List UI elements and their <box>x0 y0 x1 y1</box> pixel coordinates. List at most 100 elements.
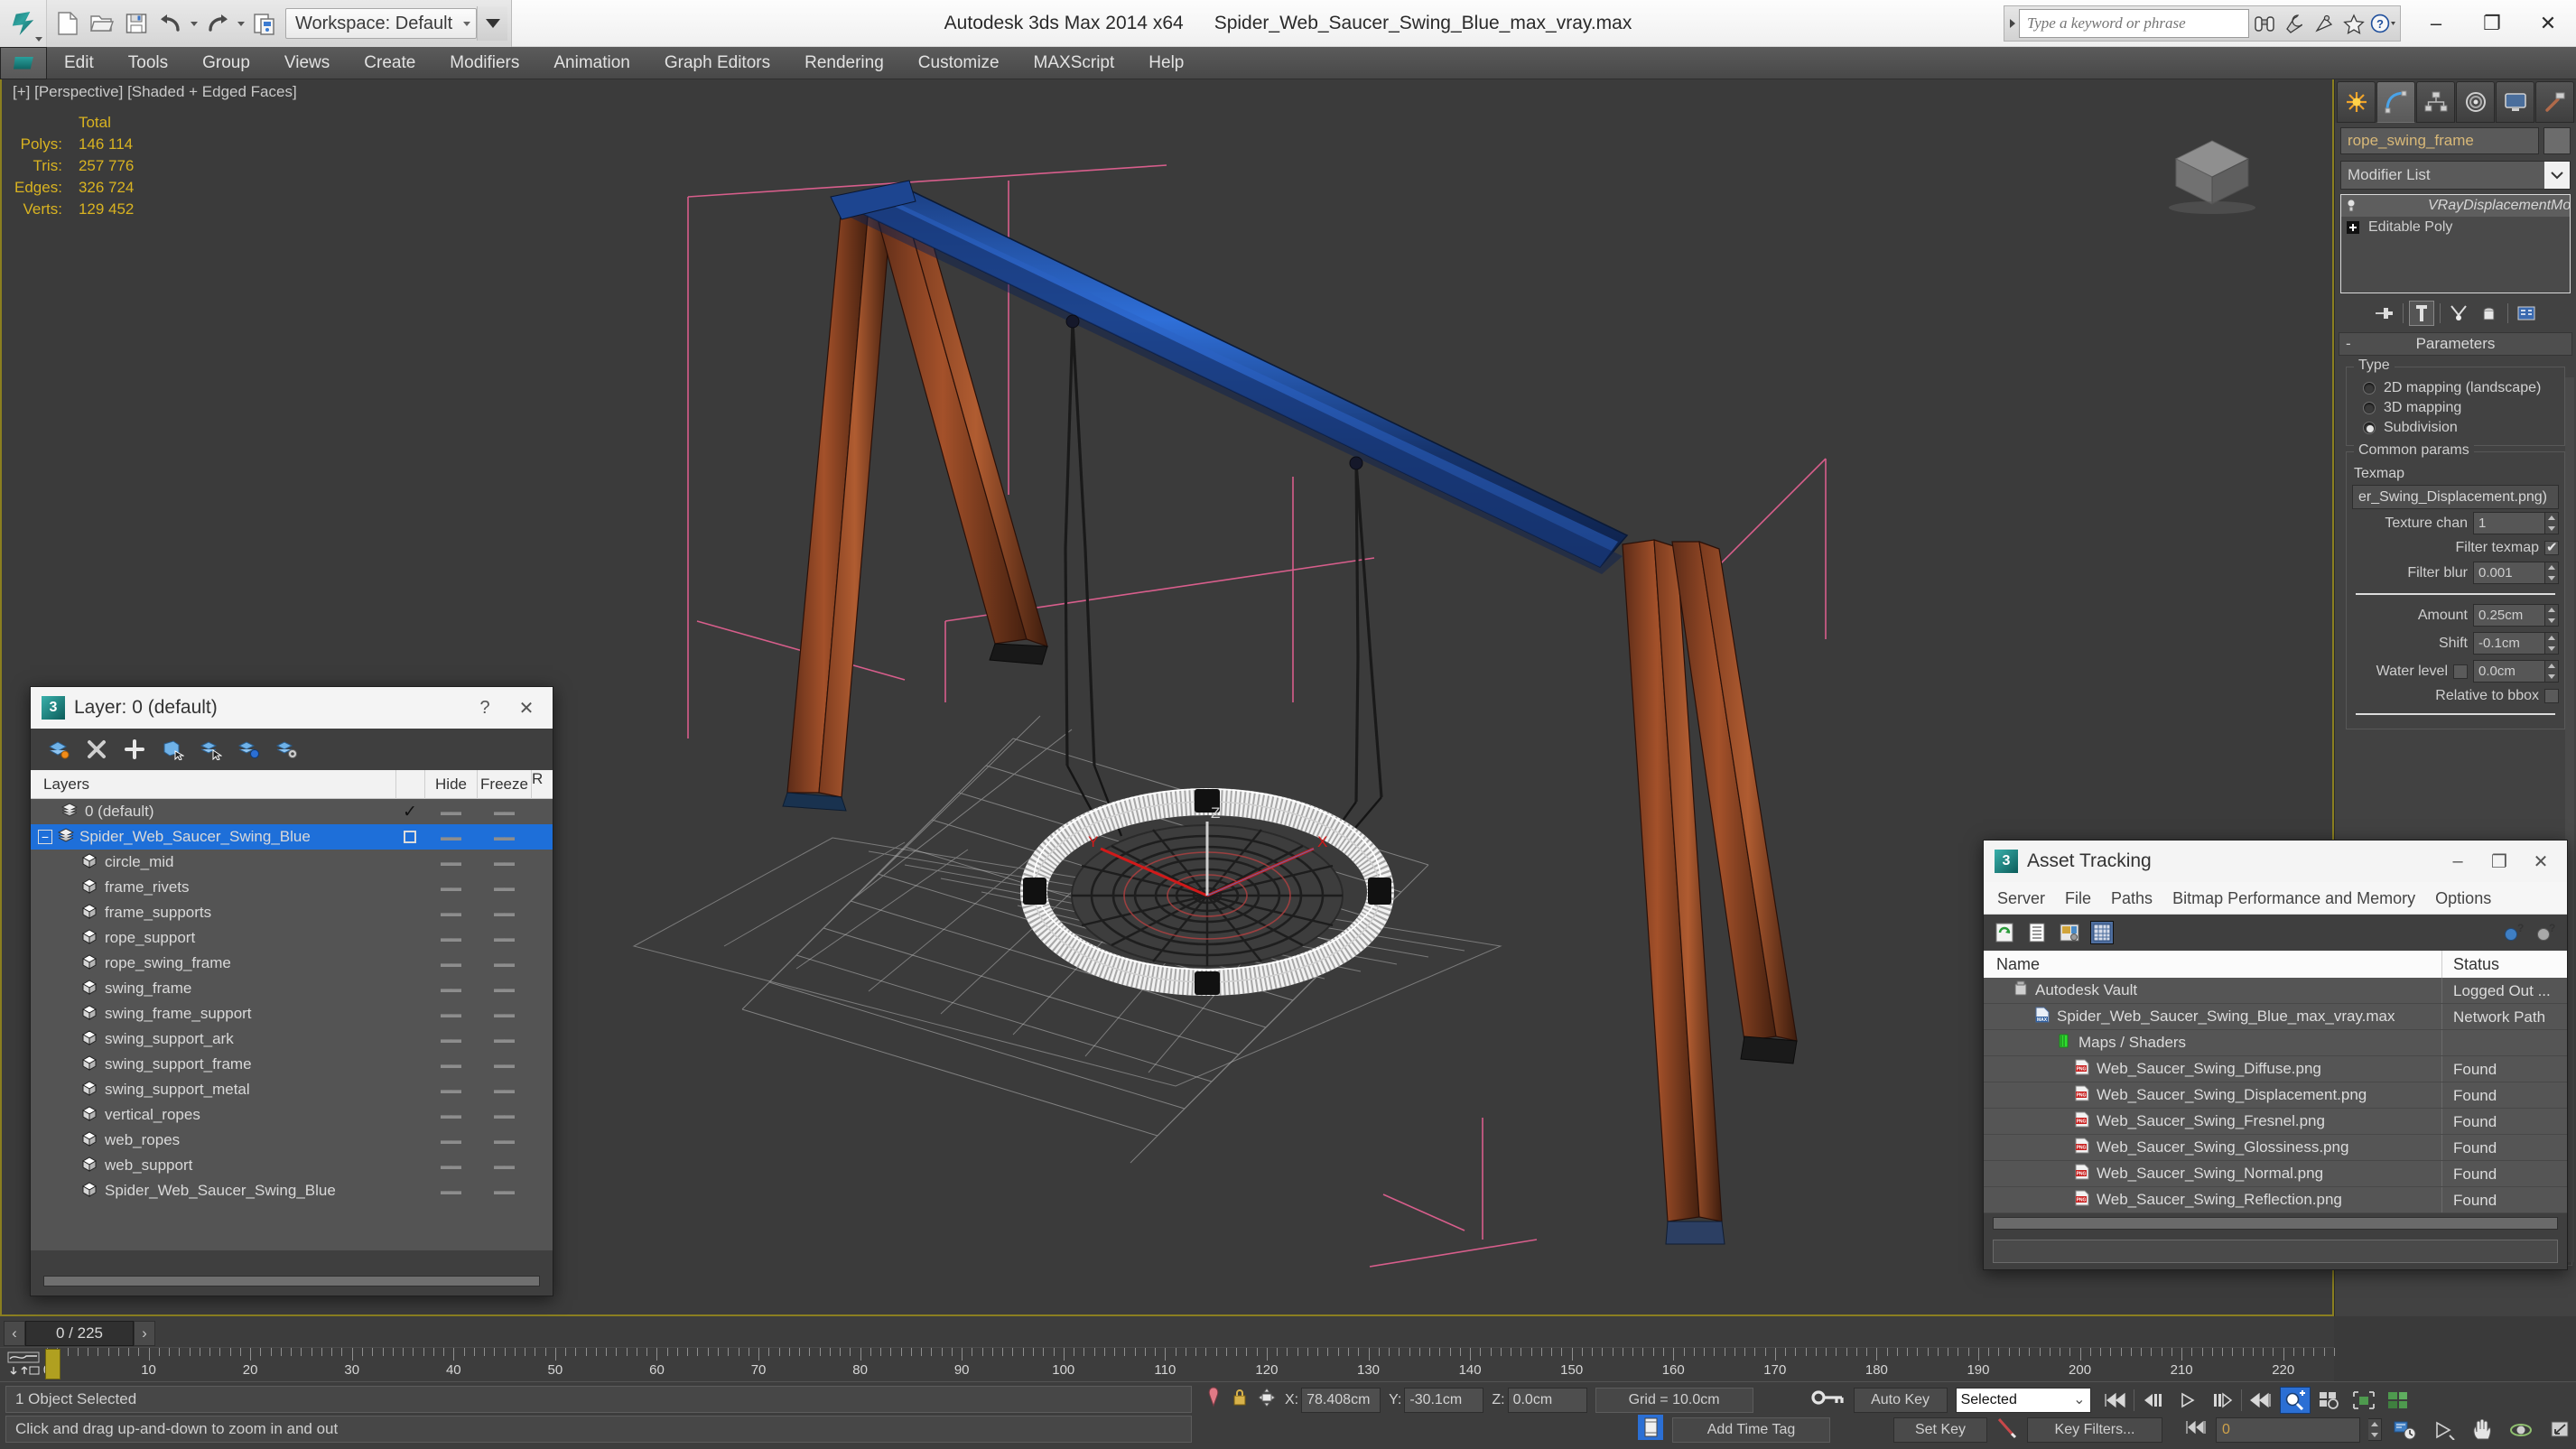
spinner-arrows[interactable] <box>2545 512 2559 534</box>
layer-list[interactable]: 0 (default) ✓ ▬▬ ▬▬ − Spider_Web_Saucer_… <box>31 799 553 1250</box>
layer-freeze-cell[interactable]: ▬▬ <box>477 906 531 919</box>
layer-hide-cell[interactable]: ▬▬ <box>424 1008 477 1020</box>
layer-row-frame-rivets[interactable]: frame_rivets ▬▬ ▬▬ <box>31 875 553 900</box>
absolute-relative-toggle-icon[interactable] <box>1257 1387 1277 1413</box>
layer-freeze-cell[interactable]: ▬▬ <box>477 1109 531 1121</box>
menu-item-create[interactable]: Create <box>347 47 432 79</box>
asset-row-normal-png[interactable]: PNG Web_Saucer_Swing_Normal.png Found <box>1984 1161 2567 1187</box>
layer-hide-cell[interactable]: ▬▬ <box>424 906 477 919</box>
layer-freeze-cell[interactable]: ▬▬ <box>477 1184 531 1197</box>
time-tag-toggle-icon[interactable] <box>1637 1414 1664 1445</box>
layer-row-name-cell[interactable]: frame_rivets <box>31 878 395 898</box>
y-coordinate-field[interactable]: Y: -30.1cm <box>1389 1387 1484 1413</box>
texture-channel-spinner[interactable]: 1 <box>2473 512 2559 534</box>
object-color-swatch[interactable] <box>2543 127 2571 154</box>
filter-texmap-checkbox[interactable] <box>2544 539 2559 555</box>
radio-icon-selected[interactable] <box>2363 422 2376 434</box>
menu-item-views[interactable]: Views <box>267 47 347 79</box>
add-time-tag-button[interactable]: Add Time Tag <box>1672 1416 1830 1443</box>
key-mode-combo[interactable]: Selected ⌄ <box>1955 1387 2091 1413</box>
checkbox-icon[interactable] <box>404 831 416 843</box>
layer-row-vertical-ropes[interactable]: vertical_ropes ▬▬ ▬▬ <box>31 1102 553 1128</box>
zoom-icon[interactable] <box>2279 1386 2311 1414</box>
layer-freeze-cell[interactable]: ▬▬ <box>477 1083 531 1096</box>
layer-row-name-cell[interactable]: − Spider_Web_Saucer_Swing_Blue <box>31 827 395 848</box>
layer-row-name-cell[interactable]: swing_support_ark <box>31 1029 395 1050</box>
pan-view-icon[interactable] <box>2468 1416 2498 1444</box>
star-favorites-icon[interactable] <box>2339 7 2368 40</box>
layer-hide-cell[interactable]: ▬▬ <box>424 1083 477 1096</box>
close-button[interactable]: ✕ <box>2520 0 2576 47</box>
create-new-layer-icon[interactable] <box>45 736 72 763</box>
chevron-down-icon[interactable] <box>2544 162 2570 189</box>
undo-button[interactable] <box>153 6 188 41</box>
make-unique-icon[interactable] <box>2446 301 2471 326</box>
asset-list[interactable]: Autodesk Vault Logged Out ... MAX Spider… <box>1984 978 2567 1213</box>
texmap-button[interactable]: er_Swing_Displacement.png) <box>2352 485 2559 509</box>
asset-row-autodesk-vault[interactable]: Autodesk Vault Logged Out ... <box>1984 978 2567 1004</box>
x-value[interactable]: 78.408cm <box>1301 1387 1381 1413</box>
layer-row-name-cell[interactable]: circle_mid <box>31 852 395 873</box>
layer-row-spider-web-saucer-swing-blue-object[interactable]: Spider_Web_Saucer_Swing_Blue ▬▬ ▬▬ <box>31 1178 553 1203</box>
x-coordinate-field[interactable]: X: 78.408cm <box>1285 1387 1381 1413</box>
layer-row-frame-supports[interactable]: frame_supports ▬▬ ▬▬ <box>31 900 553 925</box>
asset-row-glossiness-png[interactable]: PNG Web_Saucer_Swing_Glossiness.png Foun… <box>1984 1135 2567 1161</box>
layer-row-name-cell[interactable]: swing_support_metal <box>31 1080 395 1101</box>
layer-hide-cell[interactable]: ▬▬ <box>424 881 477 894</box>
water-level-value[interactable]: 0.0cm <box>2473 660 2545 683</box>
relative-bbox-checkbox[interactable] <box>2544 689 2559 703</box>
shift-spinner[interactable]: -0.1cm <box>2473 632 2559 655</box>
layer-dialog[interactable]: 3 Layer: 0 (default) ? ✕ Layers Hide Fre… <box>30 686 553 1296</box>
frame-spinner-arrows[interactable] <box>2368 1418 2382 1441</box>
show-end-result-icon[interactable] <box>2409 301 2434 326</box>
select-objects-in-layer-icon[interactable] <box>159 736 186 763</box>
create-tab[interactable] <box>2337 81 2376 123</box>
satellite-dish-icon[interactable] <box>2309 7 2339 40</box>
parameters-rollout-header[interactable]: - Parameters <box>2339 332 2572 356</box>
stack-item-vray-displacement[interactable]: VRayDisplacementMod <box>2341 195 2570 217</box>
z-coordinate-field[interactable]: Z: 0.0cm <box>1492 1387 1587 1413</box>
zoom-extents-icon[interactable] <box>2348 1387 2379 1414</box>
minimize-button[interactable]: – <box>2408 0 2464 47</box>
asset-name-cell[interactable]: PNG Web_Saucer_Swing_Diffuse.png <box>1984 1056 2442 1082</box>
remove-modifier-icon[interactable] <box>2477 301 2502 326</box>
zoom-extents-all-icon[interactable] <box>2383 1387 2413 1414</box>
spinner-arrows[interactable] <box>2545 604 2559 627</box>
menu-item-rendering[interactable]: Rendering <box>787 47 901 79</box>
layer-row-name-cell[interactable]: rope_swing_frame <box>31 953 395 974</box>
layer-freeze-cell[interactable]: ▬▬ <box>477 1058 531 1071</box>
undo-dropdown[interactable] <box>188 6 200 41</box>
key-mode-toggle-small-icon[interactable] <box>2184 1418 2208 1441</box>
layer-hide-cell[interactable]: ▬▬ <box>424 1159 477 1172</box>
key-filters-button[interactable]: Key Filters... <box>2027 1416 2162 1443</box>
layer-hide-cell[interactable]: ▬▬ <box>424 1109 477 1121</box>
layer-row-name-cell[interactable]: 0 (default) <box>31 802 395 822</box>
asset-tracking-minimize-button[interactable]: – <box>2437 841 2478 882</box>
set-key-button[interactable]: Set Key <box>1893 1416 1987 1443</box>
layer-row-name-cell[interactable]: vertical_ropes <box>31 1105 395 1126</box>
layer-freeze-cell[interactable]: ▬▬ <box>477 831 531 843</box>
asset-list-horizontal-scrollbar[interactable] <box>1993 1217 2558 1230</box>
previous-frame-button[interactable]: ‹ <box>4 1320 25 1346</box>
y-value[interactable]: -30.1cm <box>1404 1387 1484 1413</box>
layer-hide-cell[interactable]: ▬▬ <box>424 1184 477 1197</box>
layer-hide-cell[interactable]: ▬▬ <box>424 1134 477 1147</box>
delete-layer-icon[interactable] <box>83 736 110 763</box>
asset-row-maps-shaders[interactable]: Maps / Shaders <box>1984 1030 2567 1056</box>
time-slider-handle[interactable] <box>45 1349 60 1379</box>
layer-freeze-cell[interactable]: ▬▬ <box>477 982 531 995</box>
filter-blur-spinner[interactable]: 0.001 <box>2473 562 2559 584</box>
layer-freeze-cell[interactable]: ▬▬ <box>477 1134 531 1147</box>
at-menu-bitmap-performance[interactable]: Bitmap Performance and Memory <box>2162 885 2425 912</box>
chevron-down-icon[interactable]: ⌄ <box>2073 1389 2085 1412</box>
asset-name-cell[interactable]: Maps / Shaders <box>1984 1030 2442 1055</box>
key-mode-toggle-icon[interactable] <box>1809 1386 1846 1414</box>
asset-row-fresnel-png[interactable]: PNG Web_Saucer_Swing_Fresnel.png Found <box>1984 1109 2567 1135</box>
current-frame-field[interactable]: 0 <box>2216 1416 2360 1443</box>
radio-2d-mapping[interactable]: 2D mapping (landscape) <box>2352 378 2559 398</box>
time-configuration-icon[interactable] <box>2390 1416 2421 1444</box>
next-frame-button[interactable]: › <box>134 1320 155 1346</box>
texture-channel-value[interactable]: 1 <box>2473 512 2545 534</box>
redo-dropdown[interactable] <box>235 6 247 41</box>
stack-item-editable-poly[interactable]: Editable Poly <box>2341 217 2570 238</box>
